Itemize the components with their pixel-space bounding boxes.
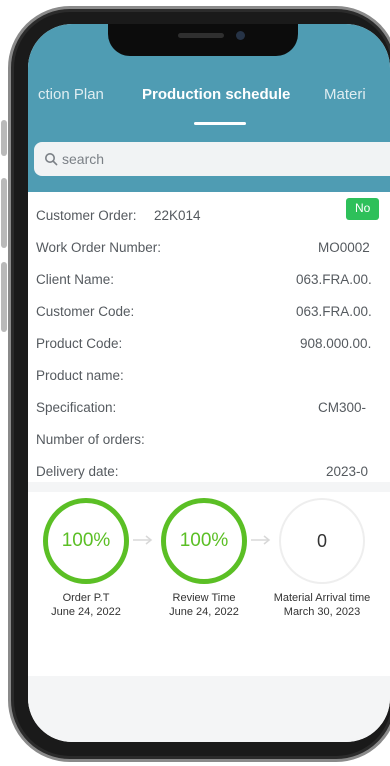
row-customer-order: Customer Order: 22K014	[28, 208, 390, 234]
row-label: Customer Code:	[36, 304, 135, 319]
status-badge: No	[346, 198, 380, 220]
row-value: CM300-	[318, 400, 367, 415]
front-camera	[236, 31, 245, 40]
row-label: Client Name:	[36, 272, 115, 287]
row-client-name: Client Name: 063.FRA.00.	[28, 272, 390, 298]
row-product-code: Product Code: 908.000.00.	[28, 336, 390, 362]
row-label: Number of orders:	[36, 432, 145, 447]
step-title: Review Time	[172, 592, 236, 604]
tab-material[interactable]: Materi	[324, 86, 366, 103]
customer-order-label: Customer Order:	[36, 208, 137, 223]
arrow-right-icon	[133, 535, 153, 545]
row-label: Work Order Number:	[36, 240, 162, 255]
row-value: MO0002	[318, 240, 370, 255]
step-title: Material Arrival time	[273, 592, 371, 604]
step-date: June 24, 2022	[169, 606, 239, 618]
app-screen: ction Plan Production schedule Materi se…	[28, 24, 390, 742]
progress-value: 0	[316, 530, 327, 551]
tab-production-schedule[interactable]: Production schedule	[142, 86, 290, 103]
progress-circle: 100%	[43, 498, 129, 584]
step-date: March 30, 2023	[283, 606, 361, 618]
step-material-arrival: 0 Material Arrival time March 30, 2023	[272, 498, 372, 619]
step-order-pt: 100% Order P.T June 24, 2022	[36, 498, 136, 619]
row-customer-code: Customer Code: 063.FRA.00.	[28, 304, 390, 330]
customer-order-value: 22K014	[154, 208, 201, 223]
mute-switch	[1, 120, 7, 156]
active-tab-indicator	[194, 122, 246, 125]
row-value: 063.FRA.00.	[296, 272, 372, 287]
progress-value: 100%	[61, 530, 111, 551]
row-value: 2023-0	[326, 464, 369, 479]
notch	[108, 24, 298, 56]
search-icon	[45, 153, 58, 166]
progress-circle: 0	[279, 498, 365, 584]
volume-down-button	[1, 262, 7, 332]
row-value: 908.000.00.	[300, 336, 372, 351]
tab-production-plan[interactable]: ction Plan	[38, 86, 104, 103]
speaker-grille	[178, 33, 224, 38]
row-value: 063.FRA.00.	[296, 304, 372, 319]
step-review-time: 100% Review Time June 24, 2022	[154, 498, 254, 619]
row-work-order-number: Work Order Number: MO0002	[28, 240, 390, 266]
step-date: June 24, 2022	[51, 606, 121, 618]
section-divider	[28, 482, 390, 492]
search-placeholder: search	[62, 151, 105, 167]
row-specification: Specification: CM300-	[28, 400, 390, 426]
search-input[interactable]: search	[34, 142, 390, 176]
row-label: Product name:	[36, 368, 124, 383]
arrow-right-icon	[251, 535, 271, 545]
row-label: Product Code:	[36, 336, 123, 351]
footer-area	[28, 676, 390, 742]
row-product-name: Product name:	[28, 368, 390, 394]
progress-value: 100%	[179, 530, 229, 551]
row-number-of-orders: Number of orders:	[28, 432, 390, 458]
row-label: Specification:	[36, 400, 117, 415]
row-label: Delivery date:	[36, 464, 119, 479]
progress-circle: 100%	[161, 498, 247, 584]
tab-bar: ction Plan Production schedule Materi	[28, 86, 390, 110]
step-title: Order P.T	[62, 592, 110, 604]
volume-up-button	[1, 178, 7, 248]
